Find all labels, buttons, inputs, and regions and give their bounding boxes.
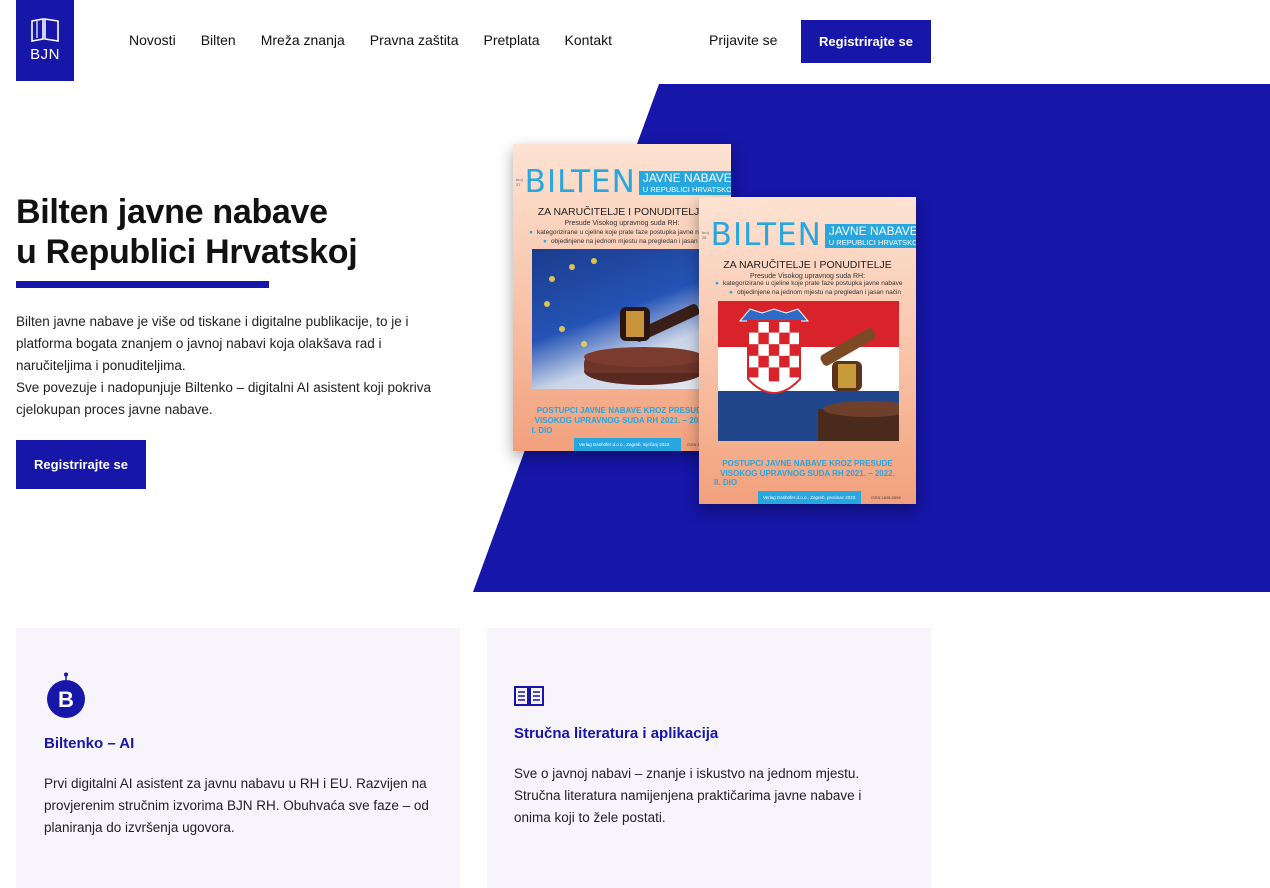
card-title: Biltenko – AI — [44, 735, 135, 752]
hero-description: Bilten javne nabave je više od tiskane i… — [16, 311, 446, 421]
cover-bullet-1: kategorizirane u cjeline koje prate faze… — [529, 229, 717, 236]
cover-header: broj 28 BILTEN JAVNE NABAVE U REPUBLICI … — [702, 217, 916, 253]
hero-paragraph-2: Sve povezuje i nadopunjuje Biltenko – di… — [16, 380, 432, 417]
feature-card-literatura[interactable]: Stručna literatura i aplikacija Sve o ja… — [487, 628, 931, 888]
cover-header: broj 27 BILTEN JAVNE NABAVE U REPUBLICI … — [516, 164, 731, 200]
hero-title: Bilten javne nabave u Republici Hrvatsko… — [16, 192, 358, 272]
svg-text:B: B — [58, 687, 74, 712]
site-header: BJN Novosti Bilten Mreža znanja Pravna z… — [0, 0, 1270, 84]
cover-bullet-1: kategorizirane u cjeline koje prate faze… — [715, 280, 903, 287]
cover-footer-3: II. DIO — [713, 478, 738, 487]
issue-number: broj 27 — [516, 177, 523, 187]
logo-text: BJN — [30, 46, 60, 63]
cover-javne-nabave: JAVNE NABAVE — [642, 171, 731, 185]
robot-b-icon: B — [47, 672, 85, 718]
cover-subtitle: ZA NARUČITELJE I PONUDITELJE — [723, 259, 892, 271]
cover-rh: U REPUBLICI HRVATSKOJ — [828, 238, 916, 247]
cover-bullet-2: objedinjene na jednom mjestu na pregleda… — [543, 238, 715, 245]
cover-rh: U REPUBLICI HRVATSKOJ — [642, 185, 731, 194]
gavel-croatian-flag-image — [718, 301, 899, 441]
nav-bilten[interactable]: Bilten — [201, 32, 236, 48]
card-title: Stručna literatura i aplikacija — [514, 725, 719, 742]
open-book-icon — [514, 686, 544, 706]
hero-title-line1: Bilten javne nabave — [16, 193, 328, 231]
cover-javne-nabave: JAVNE NABAVE — [828, 224, 916, 238]
nav-pravna-zastita[interactable]: Pravna zaštita — [370, 32, 459, 48]
cover-footer-3: I. DIO — [531, 426, 553, 435]
login-link[interactable]: Prijavite se — [709, 32, 777, 48]
title-underline — [16, 281, 269, 288]
register-button-hero[interactable]: Registrirajte se — [16, 440, 146, 489]
cover-subtitle-2: Presude Visokog upravnog suda RH: — [749, 273, 866, 280]
feature-card-biltenko[interactable]: B Biltenko – AI Prvi digitalni AI asiste… — [16, 628, 460, 888]
cover-title-box: JAVNE NABAVE U REPUBLICI HRVATSKOJ — [824, 224, 916, 248]
cover-bullet-2: objedinjene na jednom mjestu na pregleda… — [729, 289, 901, 296]
bulletin-cover-2[interactable]: broj 28 BILTEN JAVNE NABAVE U REPUBLICI … — [699, 197, 916, 504]
publisher-bar: Verlag Dashöfer d.o.o., Zagreb, prosinac… — [758, 491, 861, 504]
hero-title-line2: u Republici Hrvatskoj — [16, 233, 358, 271]
cover-bilten: BILTEN — [710, 217, 822, 253]
nav-mreza-znanja[interactable]: Mreža znanja — [261, 32, 345, 48]
publisher-bar: Verlag Dashöfer d.o.o., Zagreb, siječanj… — [574, 438, 681, 451]
nav-novosti[interactable]: Novosti — [129, 32, 176, 48]
book-logo-icon — [31, 18, 59, 42]
gavel-eu-flag-image — [532, 249, 713, 389]
register-button-header[interactable]: Registrirajte se — [801, 20, 931, 63]
card-text: Prvi digitalni AI asistent za javnu naba… — [44, 776, 429, 835]
cover-title-box: JAVNE NABAVE U REPUBLICI HRVATSKOJ — [638, 171, 731, 195]
issn: ISSN 1848-9598 — [871, 495, 901, 500]
cover-footer-1: POSTUPCI JAVNE NABAVE KROZ PRESUDE — [722, 459, 893, 468]
nav-pretplata[interactable]: Pretplata — [483, 32, 539, 48]
issue-number: broj 28 — [702, 230, 709, 240]
card-text: Sve o javnoj nabavi – znanje i iskustvo … — [514, 766, 862, 825]
cover-bilten: BILTEN — [524, 164, 636, 200]
bjn-logo[interactable]: BJN — [16, 0, 74, 81]
main-nav: Novosti Bilten Mreža znanja Pravna zašti… — [129, 32, 637, 48]
hero-paragraph-1: Bilten javne nabave je više od tiskane i… — [16, 314, 409, 373]
nav-kontakt[interactable]: Kontakt — [565, 32, 612, 48]
